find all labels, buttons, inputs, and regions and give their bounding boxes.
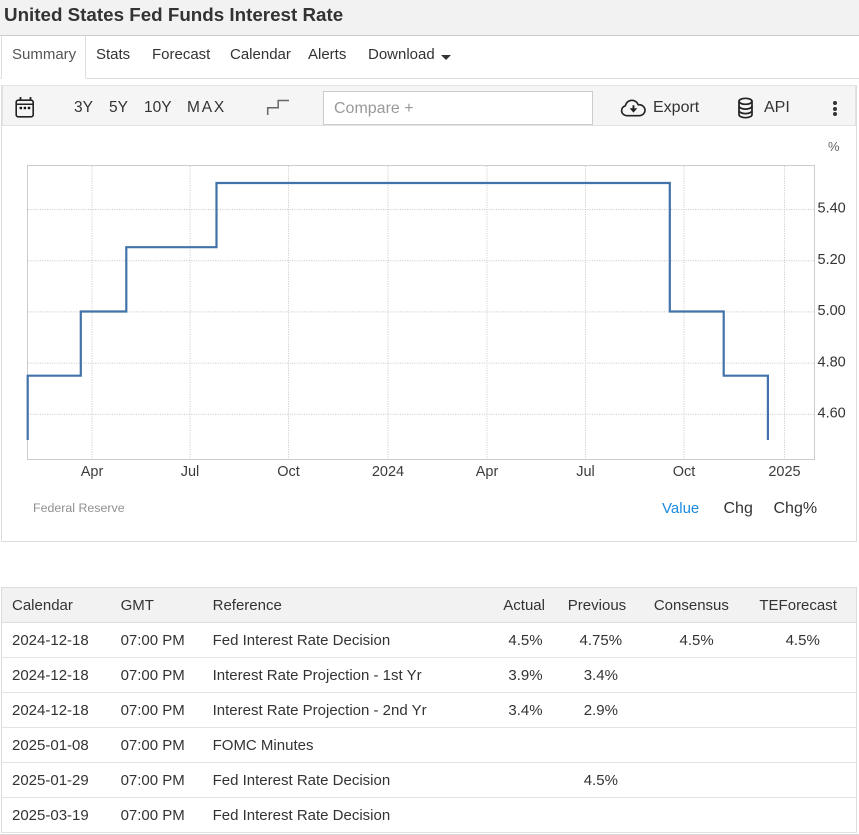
svg-text:5.00: 5.00 (818, 303, 846, 319)
svg-text:Apr: Apr (476, 464, 499, 480)
svg-text:4.80: 4.80 (818, 354, 846, 370)
svg-text:2024: 2024 (372, 464, 404, 480)
svg-text:Oct: Oct (673, 464, 696, 480)
svg-text:2025: 2025 (768, 464, 800, 480)
svg-text:Apr: Apr (81, 464, 104, 480)
svg-text:Oct: Oct (277, 464, 300, 480)
svg-text:Jul: Jul (181, 464, 200, 480)
svg-text:5.20: 5.20 (818, 252, 846, 268)
svg-text:4.60: 4.60 (818, 406, 846, 422)
svg-text:5.40: 5.40 (818, 201, 846, 217)
svg-text:Jul: Jul (576, 464, 595, 480)
svg-text:%: % (828, 139, 840, 154)
